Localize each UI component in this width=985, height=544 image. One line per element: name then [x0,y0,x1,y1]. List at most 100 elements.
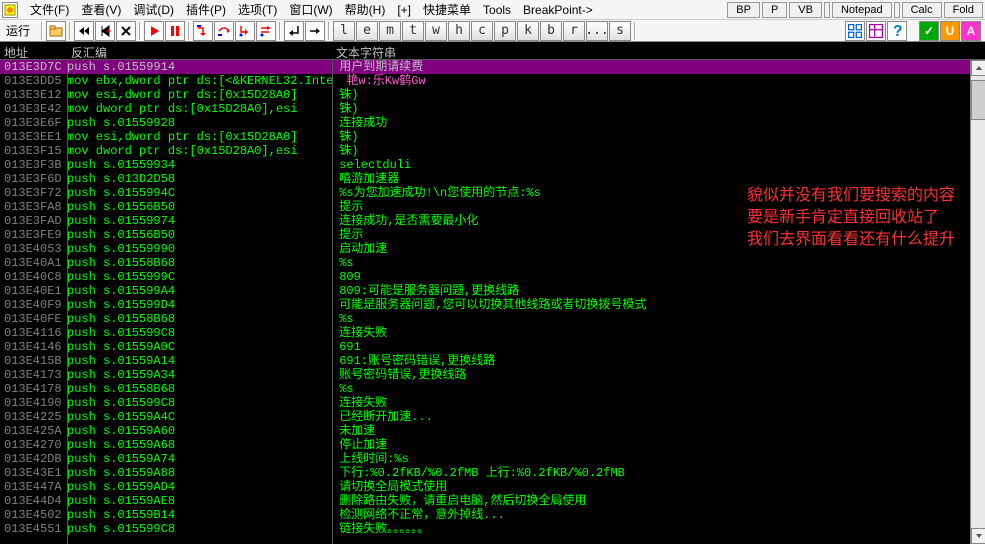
side-fold[interactable]: Fold [944,2,983,18]
window-c-button[interactable]: c [471,21,493,41]
window-r-button[interactable]: r [563,21,585,41]
cell-text: 检测网络不正常，意外掉线... [332,508,505,522]
window-e-button[interactable]: e [356,21,378,41]
table-row[interactable]: 013E3F6Dpush s.013D2D58 嘻游加速器 [0,172,985,186]
cell-disassembly: push s.01559A74 [67,452,332,466]
pause-button[interactable] [165,21,185,41]
menu-help[interactable]: 帮助(H) [339,0,392,20]
trace-into-button[interactable] [235,21,255,41]
disassembly-panel[interactable]: 013E3D7Cpush s.01559914 用户到期请续费013E3DD5m… [0,60,985,544]
window-w-button[interactable]: w [425,21,447,41]
table-row[interactable]: 013E40FEpush s.01558B68 %s [0,312,985,326]
side-vb[interactable]: VB [789,2,822,18]
menu-debug[interactable]: 调试(D) [127,0,180,20]
scroll-down-arrow[interactable] [971,528,985,544]
restart-button[interactable] [95,21,115,41]
table-row[interactable]: 013E40E1push s.015599A4 809:可能是服务器问题,更换线… [0,284,985,298]
menu-window[interactable]: 窗口(W) [283,0,338,20]
cell-disassembly: push s.01556B50 [67,228,332,242]
layout-button[interactable] [845,21,865,41]
table-row[interactable]: 013E42DBpush s.01559A74 上线时间:%s [0,452,985,466]
table-row[interactable]: 013E3E6Fpush s.01559928 连接成功 [0,116,985,130]
goto-button[interactable] [305,21,325,41]
menu-quick[interactable]: 快捷菜单 [417,0,477,20]
table-row[interactable]: 013E40A1push s.01558B68 %s [0,256,985,270]
menu-options[interactable]: 选项(T) [232,0,283,20]
scroll-up-arrow[interactable] [971,60,985,76]
table-row[interactable]: 013E3F15mov dword ptr ds:[0x15D28A0],esi… [0,144,985,158]
step-into-button[interactable] [193,21,213,41]
side-calc[interactable]: Calc [902,2,942,18]
window-k-button[interactable]: k [517,21,539,41]
trace-over-button[interactable] [256,21,276,41]
table-row[interactable]: 013E40F9push s.015599D4 可能是服务器问题,您可以切换其他… [0,298,985,312]
cell-text: 上线时间:%s [332,452,409,466]
cell-disassembly: push s.01558B68 [67,312,332,326]
table-row[interactable]: 013E43E1push s.01559A88 下行:%0.2fKB/%0.2f… [0,466,985,480]
scroll-thumb[interactable] [971,80,985,120]
panel-c-button[interactable]: A [961,21,981,41]
table-row[interactable]: 013E425Apush s.01559A60 未加速 [0,424,985,438]
cell-text: 连接失败 [332,326,387,340]
open-file-button[interactable] [46,21,66,41]
cell-address: 013E3FE9 [0,228,67,242]
help-button[interactable]: ? [887,21,907,41]
window-m-button[interactable]: m [379,21,401,41]
header-disassembly[interactable]: 反汇编 [67,42,332,59]
side-p[interactable]: P [762,2,787,18]
cell-address: 013E4146 [0,340,67,354]
side-bp[interactable]: BP [727,2,760,18]
table-row[interactable]: 013E4270push s.01559A68 停止加速 [0,438,985,452]
window-b-button[interactable]: b [540,21,562,41]
table-row[interactable]: 013E415Bpush s.01559A14 691:账号密码错误,更换线路 [0,354,985,368]
menu-plugins[interactable]: 插件(P) [180,0,232,20]
appearance-button[interactable] [866,21,886,41]
cell-disassembly: push s.0155994C [67,186,332,200]
table-row[interactable]: 013E4173push s.01559A34 账号密码错误,更换线路 [0,368,985,382]
table-row[interactable]: 013E3EE1mov esi,dword ptr ds:[0x15D28A0]… [0,130,985,144]
menu-file[interactable]: 文件(F) [24,0,75,20]
window-h-button[interactable]: h [448,21,470,41]
window-p-button[interactable]: p [494,21,516,41]
step-over-button[interactable] [214,21,234,41]
table-row[interactable]: 013E3E12mov esi,dword ptr ds:[0x15D28A0]… [0,88,985,102]
table-row[interactable]: 013E40C8push s.0155999C 809 [0,270,985,284]
run-button[interactable] [144,21,164,41]
rewind-button[interactable] [74,21,94,41]
menu-breakpoint[interactable]: BreakPoint-> [517,1,599,19]
window-s-button[interactable]: s [609,21,631,41]
menu-plus[interactable]: [+] [391,1,417,19]
table-row[interactable]: 013E3E42mov dword ptr ds:[0x15D28A0],esi… [0,102,985,116]
table-row[interactable]: 013E4146push s.01559A0C 691 [0,340,985,354]
side-notepad[interactable]: Notepad [832,2,892,18]
column-divider-1[interactable] [67,60,68,544]
table-row[interactable]: 013E3DD5mov ebx,dword ptr ds:[<&KERNEL32… [0,74,985,88]
window-l-button[interactable]: l [333,21,355,41]
table-row[interactable]: 013E4502push s.01559B14 检测网络不正常，意外掉线... [0,508,985,522]
panel-a-button[interactable]: ✓ [919,21,939,41]
annotation-line: 貌似并没有我们要搜索的内容 [747,185,955,207]
header-text[interactable]: 文本字符串 [332,42,985,59]
column-divider-2[interactable] [332,60,333,544]
panel-b-button[interactable]: U [940,21,960,41]
cell-text: 下行:%0.2fKB/%0.2fMB 上行:%0.2fKB/%0.2fMB [332,466,625,480]
table-row[interactable]: 013E4190push s.015599C8 连接失败 [0,396,985,410]
header-address[interactable]: 地址 [0,42,67,59]
cell-address: 013E43E1 [0,466,67,480]
window-t-button[interactable]: t [402,21,424,41]
menu-view[interactable]: 查看(V) [75,0,127,20]
table-row[interactable]: 013E3D7Cpush s.01559914 用户到期请续费 [0,60,985,74]
table-row[interactable]: 013E44D4push s.01559AE8 删除路由失败，请重启电脑,然后切… [0,494,985,508]
table-row[interactable]: 013E4225push s.01559A4C 已经断开加速... [0,410,985,424]
cell-address: 013E4173 [0,368,67,382]
vertical-scrollbar[interactable] [970,60,985,544]
table-row[interactable]: 013E447Apush s.01559AD4 请切换全局模式使用 [0,480,985,494]
table-row[interactable]: 013E4116push s.015599C8 连接失败 [0,326,985,340]
table-row[interactable]: 013E4551push s.015599C8 链接失败。。。。。。 [0,522,985,536]
close-button[interactable] [116,21,136,41]
window-...-button[interactable]: ... [586,21,608,41]
table-row[interactable]: 013E3F3Bpush s.01559934 selectduli [0,158,985,172]
menu-tools[interactable]: Tools [477,1,517,19]
table-row[interactable]: 013E4178push s.01558B68 %s [0,382,985,396]
execute-till-return-button[interactable] [284,21,304,41]
